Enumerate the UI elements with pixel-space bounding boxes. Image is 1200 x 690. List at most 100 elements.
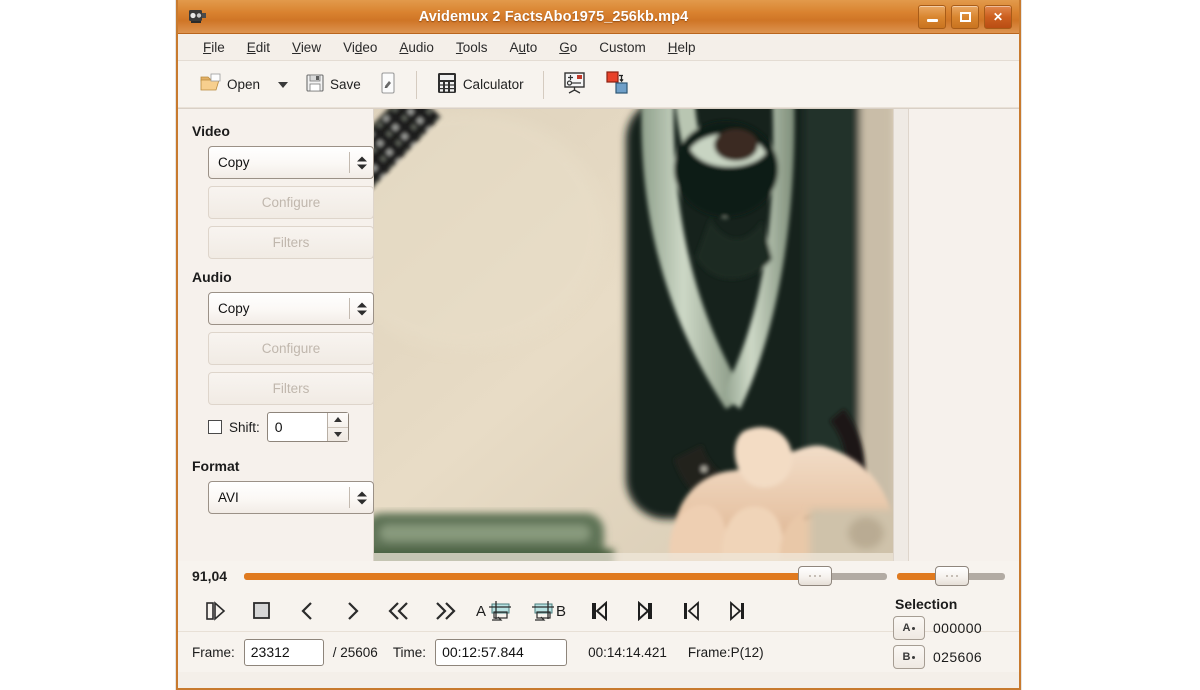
save-as-button[interactable] xyxy=(371,67,405,102)
toolbar-separator-1 xyxy=(415,70,417,99)
open-button[interactable]: Open xyxy=(192,68,268,101)
seek-slider-thumb[interactable] xyxy=(798,566,833,586)
marker-dot-icon xyxy=(912,655,916,659)
play-pause-button[interactable] xyxy=(192,594,238,628)
spinner-arrows-icon xyxy=(357,156,367,169)
calculator-button[interactable]: Calculator xyxy=(428,67,532,102)
frame-input[interactable] xyxy=(244,639,323,665)
minimize-button[interactable] xyxy=(918,5,946,29)
rewind-icon xyxy=(388,602,408,620)
calculator-icon xyxy=(436,72,458,97)
menu-file[interactable]: File xyxy=(192,37,236,58)
prev-frame-icon xyxy=(301,602,312,620)
audio-shift-spinner[interactable] xyxy=(266,412,349,442)
time-input[interactable] xyxy=(436,639,567,665)
triangle-up-icon xyxy=(333,417,342,423)
audio-section-title: Audio xyxy=(192,269,232,285)
audio-shift-checkbox[interactable] xyxy=(208,420,222,434)
selection-start-row: A 000000 xyxy=(893,616,1011,640)
next-frame-button[interactable] xyxy=(330,594,376,628)
menu-help[interactable]: Help xyxy=(657,37,707,58)
selection-end-value: 025606 xyxy=(933,649,983,665)
frame-type-label: Frame:P(12) xyxy=(687,644,764,660)
combo-separator xyxy=(349,487,350,508)
selection-marker-b-button[interactable]: B xyxy=(893,645,925,669)
spinner-arrows-icon xyxy=(357,302,367,315)
audio-configure-button: Configure xyxy=(208,332,374,365)
set-marker-b-button[interactable]: B xyxy=(522,594,576,628)
audio-shift-input[interactable] xyxy=(267,418,333,436)
marker-dot-icon xyxy=(912,626,916,630)
menu-custom[interactable]: Custom xyxy=(588,37,657,58)
marker-b-glyph: B xyxy=(902,651,911,663)
secondary-slider-thumb[interactable] xyxy=(935,566,970,586)
selection-marker-a-button[interactable]: A xyxy=(893,616,925,640)
maximize-button[interactable] xyxy=(951,5,979,29)
marker-a-glyph: A xyxy=(902,622,911,634)
forward-icon xyxy=(436,602,456,620)
menu-edit[interactable]: Edit xyxy=(236,37,281,58)
next-keyframe-icon xyxy=(730,601,744,621)
next-keyframe-button[interactable] xyxy=(714,594,760,628)
format-select[interactable]: AVI xyxy=(208,481,374,514)
video-properties-icon xyxy=(563,71,587,98)
fast-forward-button[interactable] xyxy=(422,594,468,628)
marker-a-icon: A xyxy=(476,601,511,621)
frame-label: Frame: xyxy=(192,644,235,660)
selection-start-value: 000000 xyxy=(933,620,983,636)
svg-text:A: A xyxy=(476,603,486,620)
menu-tools[interactable]: Tools xyxy=(445,37,499,58)
audio-codec-select[interactable]: Copy xyxy=(208,292,374,325)
video-frame-image xyxy=(374,109,893,561)
go-to-end-button[interactable] xyxy=(622,594,668,628)
toolbar-separator-2 xyxy=(542,70,544,99)
shift-decrement-button[interactable] xyxy=(327,426,348,442)
selection-panel: Selection A 000000 B 025606 xyxy=(893,596,1011,684)
format-section-title: Format xyxy=(192,458,240,474)
video-vertical-scrollbar[interactable] xyxy=(893,109,909,561)
minimize-icon xyxy=(926,18,938,22)
menu-go[interactable]: Go xyxy=(548,37,588,58)
video-frame[interactable] xyxy=(374,109,893,561)
title-bar: Avidemux 2 FactsAbo1975_256kb.mp4 ✕ xyxy=(178,0,1019,34)
job-queue-icon xyxy=(605,71,629,98)
menu-audio[interactable]: Audio xyxy=(388,37,445,58)
menu-auto[interactable]: Auto xyxy=(498,37,548,58)
folder-open-icon xyxy=(200,73,222,96)
selection-title: Selection xyxy=(895,596,958,612)
seek-slider[interactable] xyxy=(244,565,887,587)
go-to-start-button[interactable] xyxy=(576,594,622,628)
video-properties-button[interactable] xyxy=(555,66,595,103)
left-sidebar: Video Copy Configure Filters Audio Copy … xyxy=(178,109,374,561)
main-content: Video Copy Configure Filters Audio Copy … xyxy=(178,109,1019,561)
open-dropdown-button[interactable] xyxy=(270,77,296,93)
save-button[interactable]: Save xyxy=(298,68,369,101)
time-input-wrap[interactable] xyxy=(435,638,568,666)
video-section-title: Video xyxy=(192,123,230,139)
prev-keyframe-icon xyxy=(684,601,699,621)
job-queue-button[interactable] xyxy=(597,66,637,103)
menu-video[interactable]: Video xyxy=(332,37,388,58)
next-frame-icon xyxy=(348,602,359,620)
combo-separator xyxy=(349,152,350,173)
video-codec-select[interactable]: Copy xyxy=(208,146,374,179)
menu-bar: File Edit View Video Audio Tools Auto Go… xyxy=(178,34,1019,61)
frame-input-wrap[interactable] xyxy=(243,638,324,666)
set-marker-a-button[interactable]: A xyxy=(468,594,522,628)
fast-rewind-button[interactable] xyxy=(376,594,422,628)
menu-view[interactable]: View xyxy=(281,37,332,58)
save-as-icon xyxy=(379,72,397,97)
audio-codec-value: Copy xyxy=(218,301,250,316)
close-button[interactable]: ✕ xyxy=(984,5,1012,29)
stop-button[interactable] xyxy=(238,594,284,628)
shift-increment-button[interactable] xyxy=(328,413,348,427)
format-value: AVI xyxy=(218,490,239,505)
window-title: Avidemux 2 FactsAbo1975_256kb.mp4 xyxy=(418,8,689,25)
secondary-slider[interactable] xyxy=(897,565,1005,587)
previous-frame-button[interactable] xyxy=(284,594,330,628)
video-filters-button: Filters xyxy=(208,226,374,259)
previous-keyframe-button[interactable] xyxy=(668,594,714,628)
seek-slider-fill xyxy=(244,572,816,580)
video-codec-value: Copy xyxy=(218,155,250,170)
maximize-icon xyxy=(959,12,971,22)
